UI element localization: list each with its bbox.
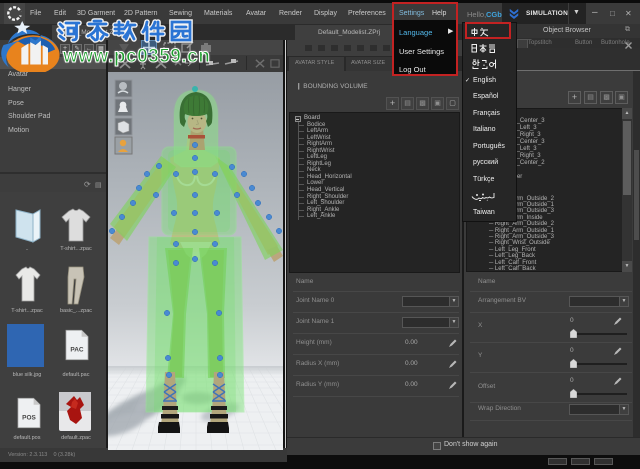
svg-text:PAC: PAC — [70, 346, 83, 353]
svg-text:POS: POS — [22, 414, 36, 421]
